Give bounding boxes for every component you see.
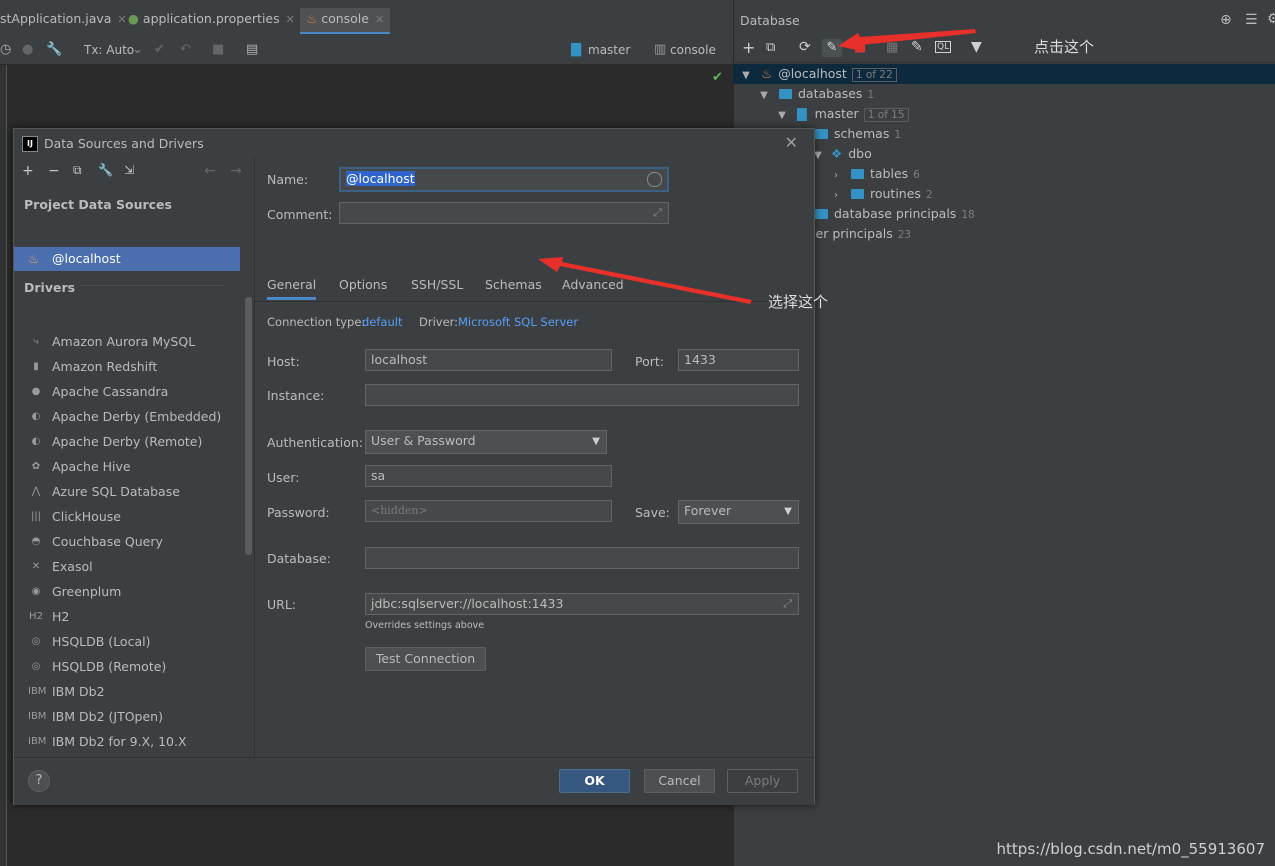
watermark: https://blog.csdn.net/m0_55913607 [996,840,1265,858]
annotation-arrows [538,29,976,304]
arrow-to-toolbar-icon [838,29,976,51]
arrow-to-schemas-tab [538,257,752,304]
